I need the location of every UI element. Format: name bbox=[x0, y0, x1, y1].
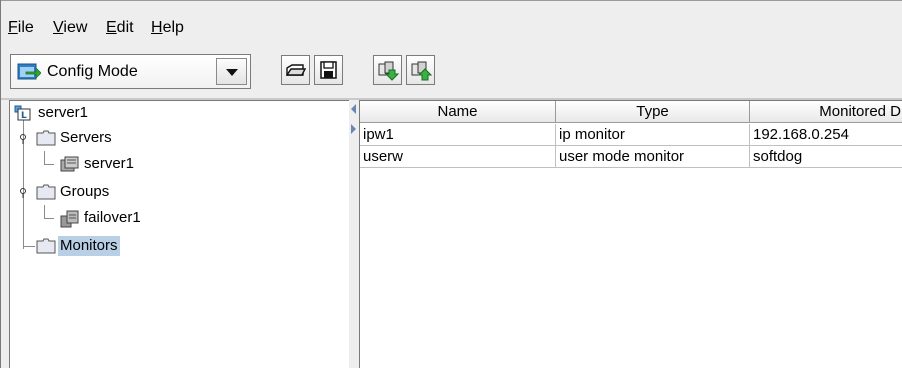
folder-icon bbox=[36, 130, 56, 146]
table-row[interactable]: userw user mode monitor softdog bbox=[360, 146, 902, 168]
column-header-name[interactable]: Name bbox=[360, 101, 556, 123]
tree-connector bbox=[23, 246, 35, 247]
collapse-left-icon[interactable] bbox=[351, 104, 356, 114]
menu-file-label: ile bbox=[17, 19, 34, 36]
toolbar: Config Mode bbox=[1, 45, 902, 100]
chevron-down-icon bbox=[226, 69, 238, 76]
folder-icon bbox=[36, 238, 56, 254]
upload-button[interactable] bbox=[406, 55, 435, 85]
tree-connector bbox=[44, 205, 45, 219]
tree-label-groups: Groups bbox=[60, 183, 110, 200]
group-icon bbox=[60, 210, 79, 228]
menu-edit-mnemonic: E bbox=[106, 19, 117, 36]
cell-name: userw bbox=[360, 146, 556, 168]
tree-connector bbox=[44, 218, 54, 219]
mode-select[interactable]: Config Mode bbox=[10, 54, 251, 89]
tree-connector bbox=[44, 164, 54, 165]
menu-file-mnemonic: F bbox=[8, 19, 18, 36]
tree-expand-handle-icon[interactable] bbox=[18, 188, 30, 198]
tree-label-servers: Servers bbox=[60, 129, 112, 146]
download-button[interactable] bbox=[373, 55, 402, 85]
menu-view-mnemonic: V bbox=[53, 19, 64, 36]
tree-expand-handle-icon[interactable] bbox=[18, 134, 30, 144]
get-config-icon bbox=[378, 61, 400, 81]
tree-label-failover1: failover1 bbox=[84, 209, 141, 226]
cell-monitored: softdog bbox=[750, 146, 902, 168]
column-header-type[interactable]: Type bbox=[556, 101, 750, 123]
cell-monitored: 192.168.0.254 bbox=[750, 124, 902, 146]
mode-select-value: Config Mode bbox=[47, 63, 138, 80]
tree-label-monitors: Monitors bbox=[58, 236, 120, 256]
menu-view-label: iew bbox=[63, 19, 88, 36]
monitor-table[interactable]: Name Type Monitored D ipw1 ip monitor 19… bbox=[359, 100, 902, 368]
config-tree[interactable]: L server1 Servers server1 Groups failove… bbox=[9, 100, 349, 368]
server-icon bbox=[60, 156, 79, 172]
menu-view[interactable]: View bbox=[53, 18, 87, 38]
tree-label-root: server1 bbox=[38, 104, 89, 121]
config-mode-icon bbox=[17, 63, 41, 80]
collapse-right-icon[interactable] bbox=[351, 124, 356, 134]
save-button[interactable] bbox=[314, 55, 343, 85]
mode-select-dropdown-button[interactable] bbox=[216, 58, 247, 85]
tree-connector bbox=[44, 151, 45, 165]
menu-help-label: elp bbox=[162, 19, 184, 36]
apply-config-icon bbox=[411, 61, 433, 81]
cluster-icon: L bbox=[14, 105, 31, 121]
tree-label-server1: server1 bbox=[84, 155, 135, 172]
menu-bar: File View Edit Help bbox=[1, 1, 902, 45]
cell-type: user mode monitor bbox=[556, 146, 750, 168]
split-pane-divider[interactable] bbox=[349, 100, 359, 368]
menu-edit[interactable]: Edit bbox=[106, 18, 134, 38]
folder-icon bbox=[36, 184, 56, 200]
folder-open-icon bbox=[286, 64, 306, 76]
menu-file[interactable]: File bbox=[8, 18, 34, 38]
open-button[interactable] bbox=[281, 55, 310, 85]
floppy-save-icon bbox=[320, 61, 337, 79]
cell-name: ipw1 bbox=[360, 124, 556, 146]
table-row[interactable]: ipw1 ip monitor 192.168.0.254 bbox=[360, 124, 902, 146]
menu-help-mnemonic: H bbox=[151, 19, 163, 36]
column-header-monitored[interactable]: Monitored D bbox=[750, 101, 902, 123]
menu-help[interactable]: Help bbox=[151, 18, 184, 38]
svg-text:L: L bbox=[21, 111, 27, 121]
table-header: Name Type Monitored D bbox=[360, 101, 902, 123]
cell-type: ip monitor bbox=[556, 124, 750, 146]
menu-edit-label: dit bbox=[116, 19, 134, 36]
